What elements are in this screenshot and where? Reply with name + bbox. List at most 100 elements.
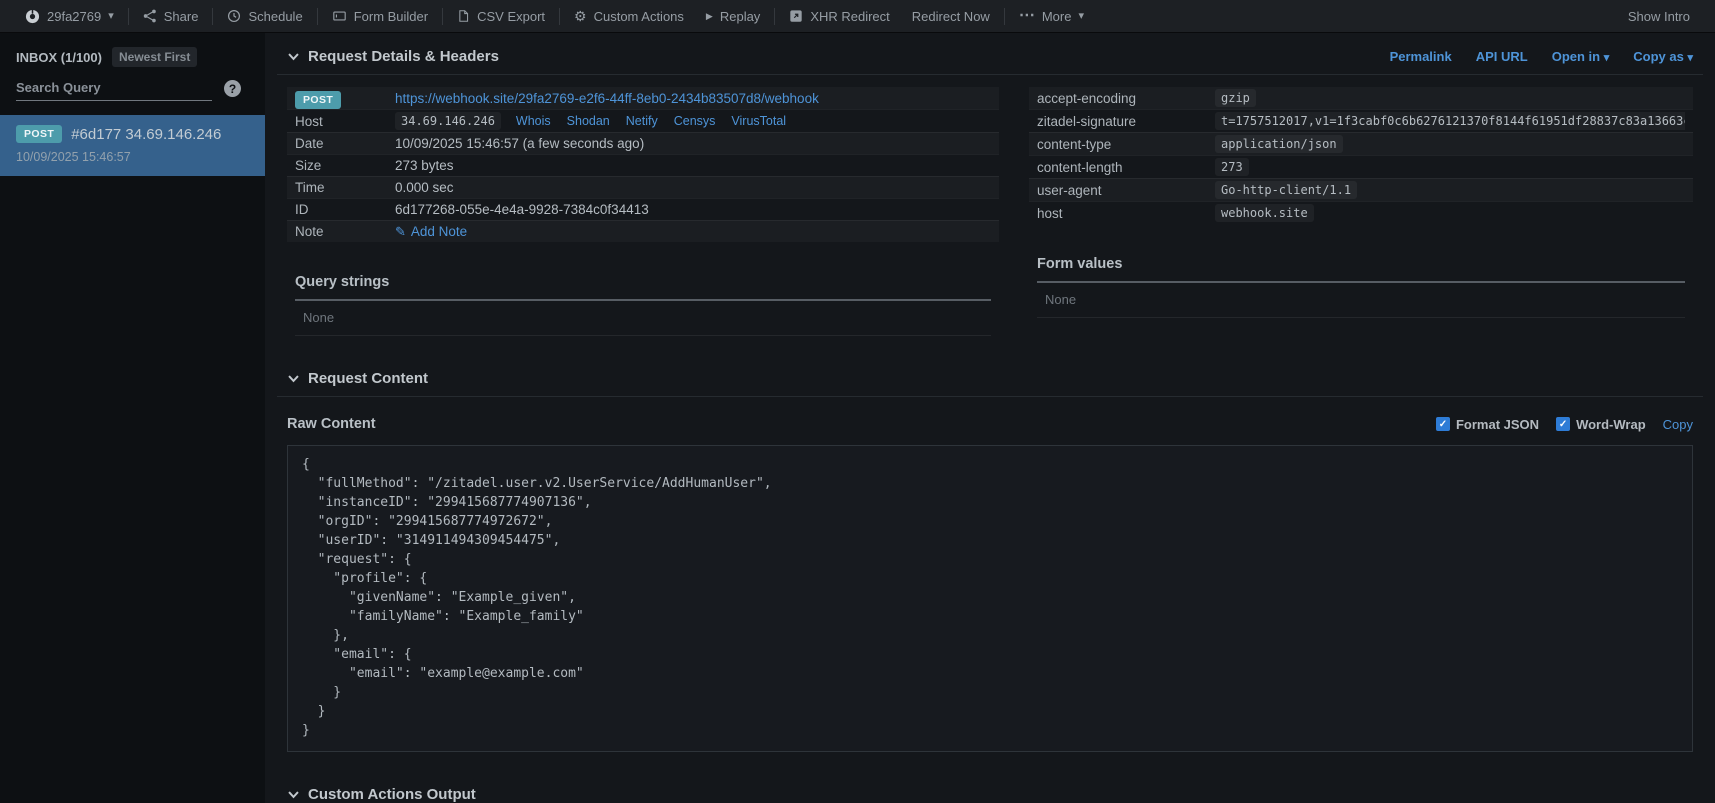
nav-divider <box>442 8 443 25</box>
header-value: Go-http-client/1.1 <box>1215 181 1357 199</box>
row-value: 10/09/2025 15:46:57 (a few seconds ago) <box>395 136 644 151</box>
nav-custom-actions-label: Custom Actions <box>594 9 684 24</box>
chevron-down-icon <box>1687 49 1693 64</box>
section-title: Custom Actions Output <box>308 786 476 803</box>
api-url-link[interactable]: API URL <box>1476 49 1528 64</box>
header-row: user-agent Go-http-client/1.1 <box>1029 178 1693 201</box>
sort-order-toggle[interactable]: Newest First <box>112 47 197 67</box>
nav-divider <box>559 8 560 25</box>
xhr-redirect-icon <box>789 9 803 23</box>
whois-link[interactable]: Whois <box>516 114 551 128</box>
collapse-chevron-icon <box>287 372 300 385</box>
collapse-chevron-icon <box>287 50 300 63</box>
header-value: t=1757512017,v1=1f3cabf0c6b6276121370f81… <box>1215 112 1685 130</box>
netify-link[interactable]: Netify <box>626 114 658 128</box>
open-in-menu[interactable]: Open in <box>1552 49 1610 64</box>
row-label: Date <box>295 136 395 151</box>
nav-more[interactable]: More <box>1008 8 1095 24</box>
table-row-note: Note Add Note <box>287 220 999 242</box>
workspace-token: 29fa2769 <box>47 9 101 24</box>
add-note-label: Add Note <box>411 224 467 239</box>
nav-show-intro-label: Show Intro <box>1628 9 1690 24</box>
header-row: zitadel-signature t=1757512017,v1=1f3cab… <box>1029 109 1693 132</box>
format-json-label: Format JSON <box>1456 417 1539 432</box>
request-details-table: POST https://webhook.site/29fa2769-e2f6-… <box>287 87 999 242</box>
header-value: gzip <box>1215 89 1256 107</box>
nav-form-builder[interactable]: Form Builder <box>321 9 439 24</box>
format-json-checkbox[interactable]: Format JSON <box>1436 417 1539 432</box>
nav-divider <box>128 8 129 25</box>
copy-as-label: Copy as <box>1633 49 1684 64</box>
checkbox-checked-icon <box>1556 417 1570 431</box>
word-wrap-checkbox[interactable]: Word-Wrap <box>1556 417 1646 432</box>
header-name: user-agent <box>1037 183 1215 198</box>
ellipsis-icon <box>1019 8 1035 24</box>
search-help-icon[interactable]: ? <box>224 80 241 97</box>
host-ip-value: 34.69.146.246 <box>395 112 501 130</box>
request-list-item-selected[interactable]: POST #6d177 34.69.146.246 10/09/2025 15:… <box>0 115 265 176</box>
virustotal-link[interactable]: VirusTotal <box>731 114 786 128</box>
copy-content-link[interactable]: Copy <box>1663 417 1693 432</box>
word-wrap-label: Word-Wrap <box>1576 417 1646 432</box>
censys-link[interactable]: Censys <box>674 114 716 128</box>
add-note-link[interactable]: Add Note <box>395 224 467 240</box>
nav-replay-label: Replay <box>720 9 760 24</box>
section-request-content[interactable]: Request Content <box>277 362 1703 397</box>
nav-form-builder-label: Form Builder <box>354 9 428 24</box>
nav-redirect-now[interactable]: Redirect Now <box>901 9 1001 24</box>
workspace-menu[interactable]: 29fa2769 <box>14 9 125 24</box>
request-item-timestamp: 10/09/2025 15:46:57 <box>16 150 249 164</box>
chevron-down-icon <box>1078 11 1084 22</box>
nav-schedule[interactable]: Schedule <box>216 9 313 24</box>
row-value: 0.000 sec <box>395 180 454 195</box>
nav-schedule-label: Schedule <box>248 9 302 24</box>
header-name: accept-encoding <box>1037 91 1215 106</box>
query-strings-heading: Query strings <box>287 274 999 290</box>
gear-icon <box>574 9 587 23</box>
section-request-details[interactable]: Request Details & Headers Permalink API … <box>277 40 1703 75</box>
method-badge: POST <box>295 91 341 109</box>
webhook-logo-icon <box>25 9 40 24</box>
raw-content-heading: Raw Content <box>287 416 376 432</box>
row-label: Time <box>295 180 395 195</box>
nav-divider <box>317 8 318 25</box>
chevron-down-icon <box>108 11 114 22</box>
webhook-url-link[interactable]: https://webhook.site/29fa2769-e2f6-44ff-… <box>395 91 819 106</box>
checkbox-checked-icon <box>1436 417 1450 431</box>
nav-more-label: More <box>1042 9 1072 24</box>
nav-custom-actions[interactable]: Custom Actions <box>563 9 695 24</box>
table-row-method-url: POST https://webhook.site/29fa2769-e2f6-… <box>287 87 999 109</box>
nav-divider <box>1004 8 1005 25</box>
header-name: zitadel-signature <box>1037 114 1215 129</box>
header-row: accept-encoding gzip <box>1029 87 1693 109</box>
nav-divider <box>774 8 775 25</box>
query-strings-empty: None <box>295 301 991 336</box>
nav-replay[interactable]: Replay <box>695 9 771 24</box>
nav-csv-export[interactable]: CSV Export <box>446 9 556 24</box>
permalink-link[interactable]: Permalink <box>1390 49 1452 64</box>
section-title: Request Details & Headers <box>308 48 499 65</box>
nav-show-intro[interactable]: Show Intro <box>1617 9 1701 24</box>
table-row-size: Size 273 bytes <box>287 154 999 176</box>
row-label: Note <box>295 224 395 239</box>
inbox-count-label: INBOX (1/100) <box>16 50 102 65</box>
nav-share[interactable]: Share <box>132 9 210 24</box>
nav-csv-export-label: CSV Export <box>477 9 545 24</box>
raw-content-body: { "fullMethod": "/zitadel.user.v2.UserSe… <box>287 445 1693 752</box>
header-name: content-type <box>1037 137 1215 152</box>
header-value: webhook.site <box>1215 204 1314 222</box>
nav-share-label: Share <box>164 9 199 24</box>
share-icon <box>143 9 157 23</box>
header-value: application/json <box>1215 135 1343 153</box>
search-input[interactable] <box>16 76 212 101</box>
section-custom-actions-output[interactable]: Custom Actions Output <box>277 778 1703 803</box>
request-headers-table: accept-encoding gzip zitadel-signature t… <box>1029 87 1693 224</box>
header-row: host webhook.site <box>1029 201 1693 224</box>
header-name: content-length <box>1037 160 1215 175</box>
nav-redirect-now-label: Redirect Now <box>912 9 990 24</box>
header-row: content-type application/json <box>1029 132 1693 155</box>
nav-xhr-redirect-label: XHR Redirect <box>810 9 889 24</box>
copy-as-menu[interactable]: Copy as <box>1633 49 1693 64</box>
nav-xhr-redirect[interactable]: XHR Redirect <box>778 9 900 24</box>
shodan-link[interactable]: Shodan <box>567 114 610 128</box>
